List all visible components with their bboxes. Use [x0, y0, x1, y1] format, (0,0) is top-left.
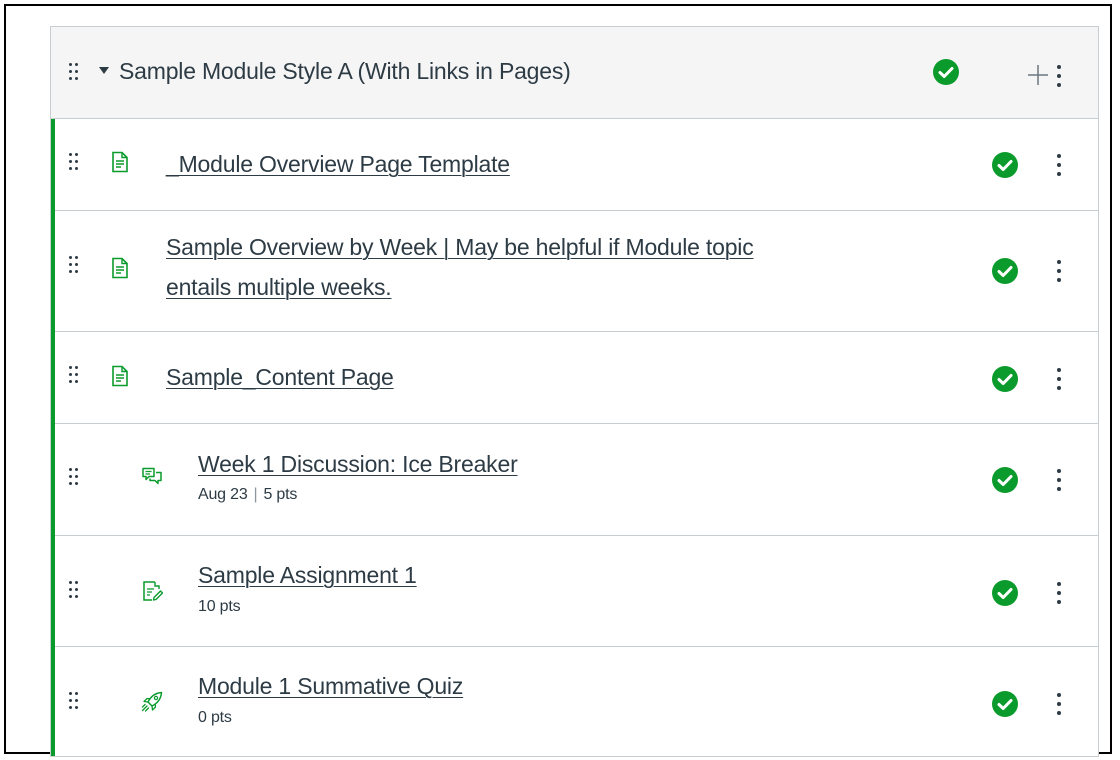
drag-handle-icon[interactable] — [69, 581, 79, 599]
points: 5 pts — [263, 486, 298, 503]
item-title-link[interactable]: Sample Assignment 1 — [198, 555, 417, 595]
item-title-link[interactable]: Module 1 Summative Quiz — [198, 666, 463, 706]
drag-handle-icon[interactable] — [69, 692, 79, 710]
published-check-icon[interactable] — [992, 467, 1018, 493]
page-icon — [109, 257, 131, 279]
points: 10 pts — [198, 598, 241, 615]
page-icon — [109, 151, 131, 173]
module-item: Sample_Content Page — [55, 332, 1098, 424]
item-more-options-icon[interactable] — [1055, 693, 1063, 715]
quiz-rocket-icon — [141, 691, 163, 713]
module-published-check-icon[interactable] — [933, 59, 959, 85]
item-meta: 10 pts — [198, 598, 241, 616]
published-check-icon[interactable] — [992, 152, 1018, 178]
add-item-plus-icon[interactable] — [1027, 64, 1049, 86]
screenshot-frame: Sample Module Style A (With Links in Pag… — [4, 4, 1112, 757]
page-icon — [109, 365, 131, 387]
item-title-link-line2[interactable]: entails multiple weeks. — [166, 267, 392, 307]
item-more-options-icon[interactable] — [1055, 154, 1063, 176]
module-item: Week 1 Discussion: Ice Breaker Aug 23 | 5 … — [55, 424, 1098, 536]
assignment-icon — [141, 580, 164, 602]
module-title: Sample Module Style A (With Links in Pag… — [119, 58, 571, 84]
module-more-options-icon[interactable] — [1055, 65, 1063, 87]
module-item: Module 1 Summative Quiz 0 pts — [55, 647, 1098, 756]
published-check-icon[interactable] — [992, 580, 1018, 606]
item-title-link[interactable]: _Module Overview Page Template — [166, 144, 510, 184]
meta-separator: | — [253, 486, 258, 503]
published-check-icon[interactable] — [992, 366, 1018, 392]
published-check-icon[interactable] — [992, 691, 1018, 717]
due-date: Aug 23 — [198, 486, 248, 503]
module-item: Sample Overview by Week | May be helpful… — [55, 211, 1098, 332]
points: 0 pts — [198, 709, 232, 726]
item-meta: 0 pts — [198, 709, 232, 727]
item-more-options-icon[interactable] — [1055, 469, 1063, 491]
item-title-link-line1[interactable]: Sample Overview by Week | May be helpful… — [166, 227, 754, 267]
drag-handle-icon[interactable] — [69, 468, 79, 486]
item-title-link[interactable]: Sample_Content Page — [166, 357, 394, 397]
discussion-icon — [141, 466, 163, 488]
module-header: Sample Module Style A (With Links in Pag… — [51, 27, 1098, 119]
item-meta: Aug 23 | 5 pts — [198, 486, 297, 504]
drag-handle-icon[interactable] — [69, 153, 79, 171]
collapse-caret-icon[interactable] — [99, 67, 109, 74]
published-check-icon[interactable] — [992, 258, 1018, 284]
drag-handle-icon[interactable] — [69, 256, 79, 274]
module-item: Sample Assignment 1 10 pts — [55, 536, 1098, 647]
drag-handle-icon[interactable] — [69, 366, 79, 384]
module-container: Sample Module Style A (With Links in Pag… — [50, 26, 1099, 757]
module-items-list: _Module Overview Page Template Sample Ov… — [51, 119, 1098, 756]
item-title-link[interactable]: Week 1 Discussion: Ice Breaker — [198, 444, 518, 484]
module-item: _Module Overview Page Template — [55, 119, 1098, 211]
item-more-options-icon[interactable] — [1055, 582, 1063, 604]
item-more-options-icon[interactable] — [1055, 260, 1063, 282]
drag-handle-icon[interactable] — [69, 63, 79, 81]
item-more-options-icon[interactable] — [1055, 368, 1063, 390]
